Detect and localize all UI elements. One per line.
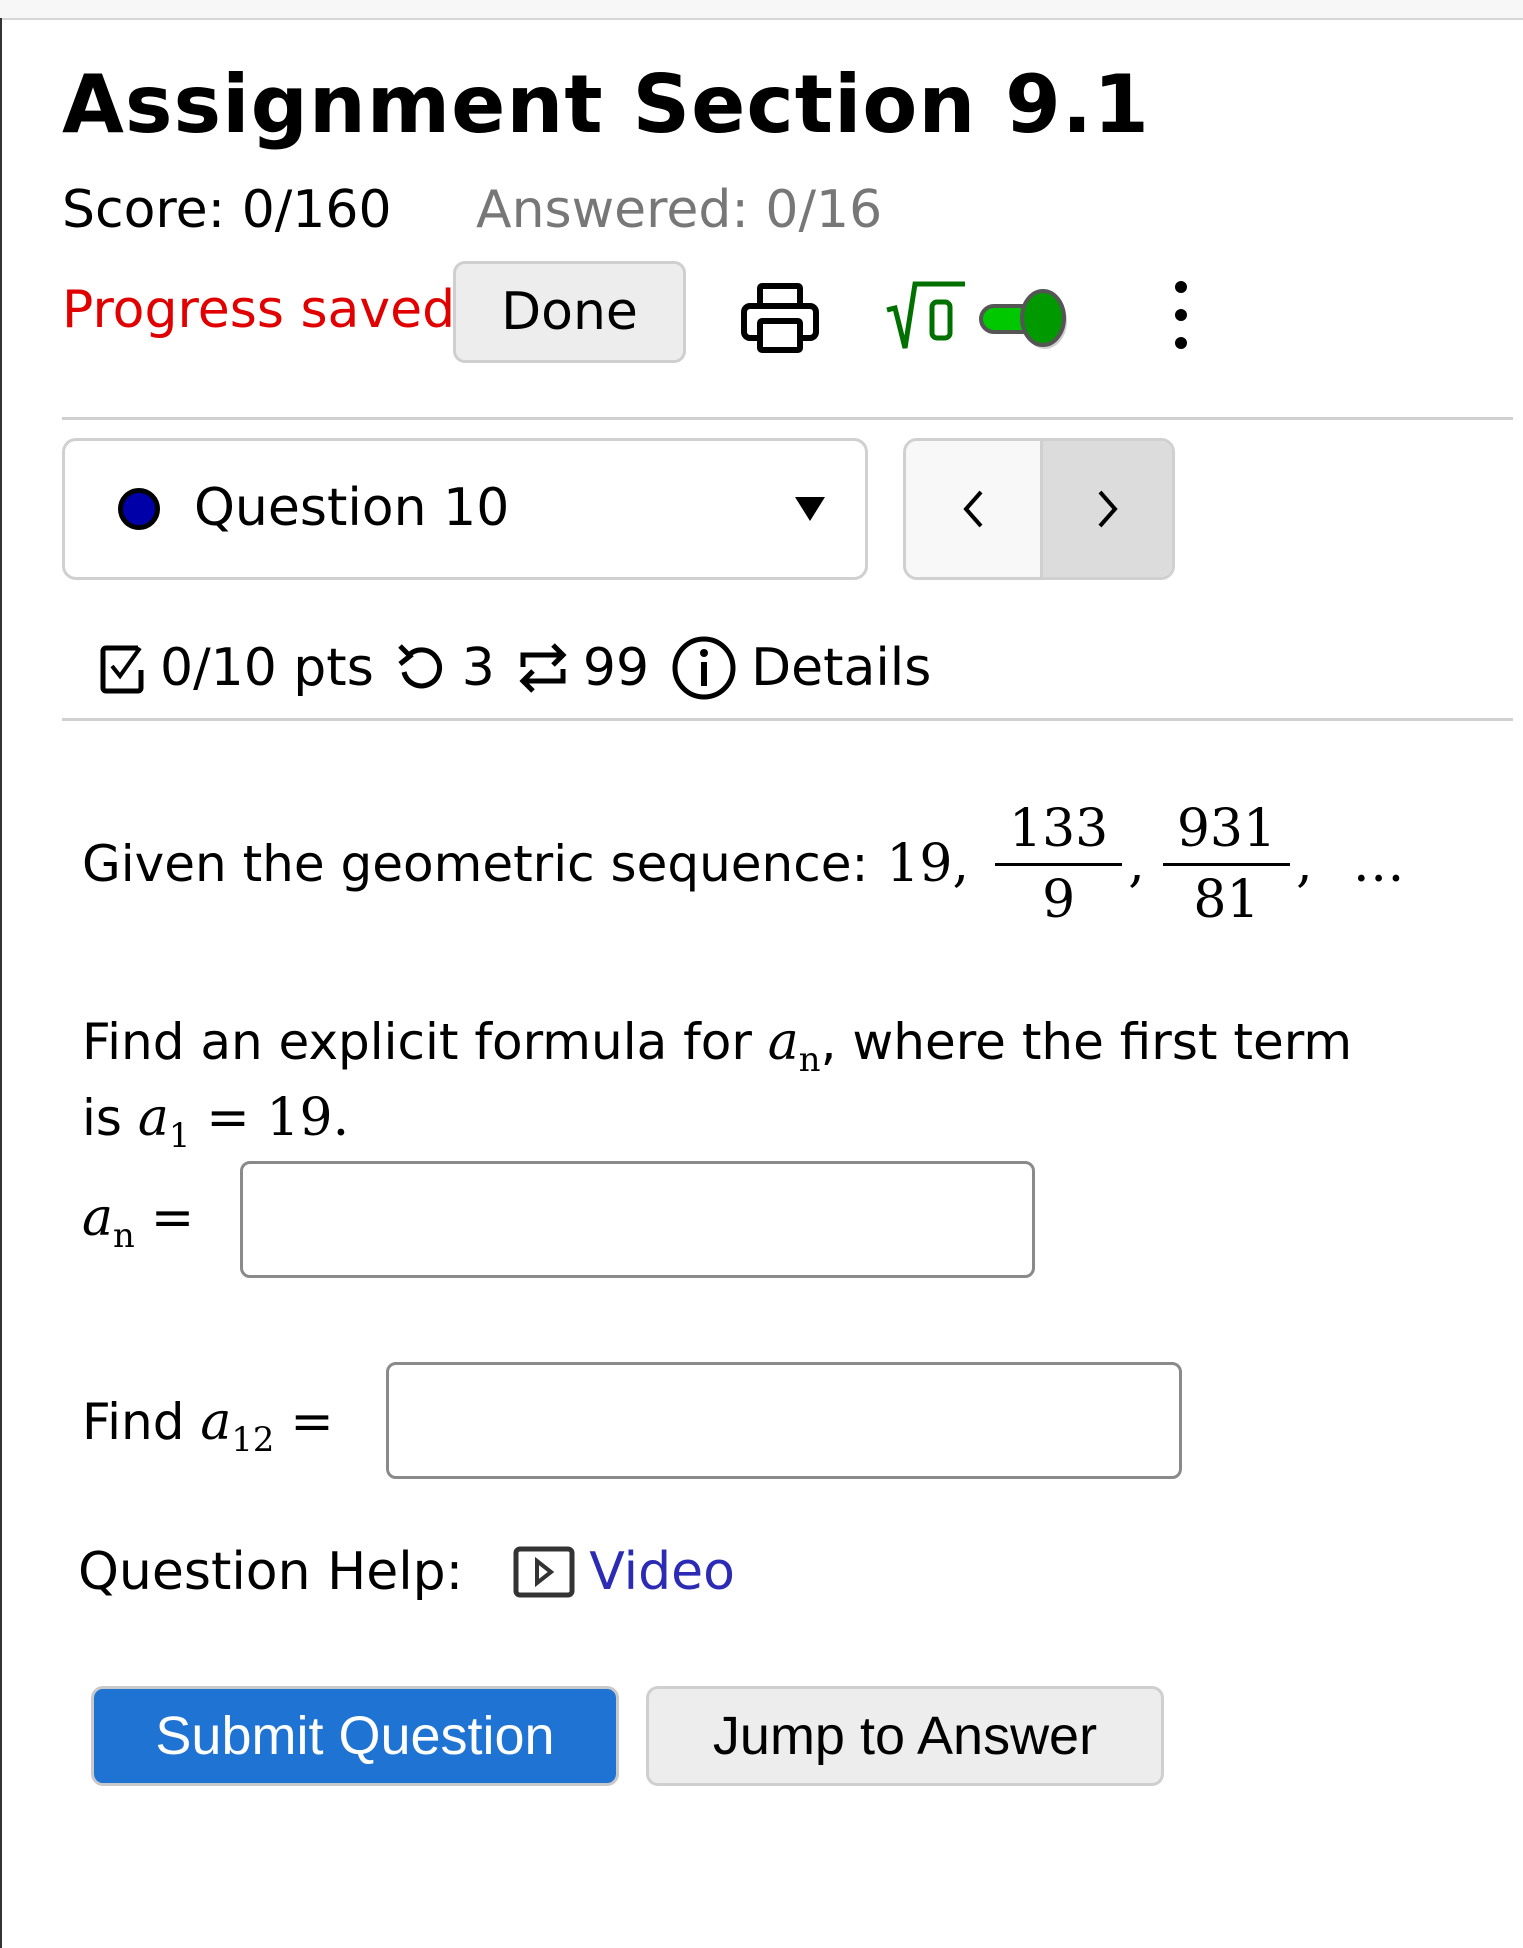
question-nav xyxy=(903,438,1175,580)
page-title: Assignment Section 9.1 xyxy=(62,58,1150,151)
prev-question-button[interactable] xyxy=(906,441,1043,577)
answered-count: Answered: 0/16 xyxy=(476,180,883,240)
sequence-term-1: 19, xyxy=(886,834,970,894)
prompt-text: is xyxy=(82,1089,122,1147)
browser-top-bar xyxy=(0,0,1523,20)
var-subscript: n xyxy=(798,1039,821,1079)
done-button[interactable]: Done xyxy=(453,261,686,363)
ellipsis: … xyxy=(1352,834,1405,894)
answer1-label: an = xyxy=(82,1188,194,1255)
var-subscript: 1 xyxy=(168,1115,191,1155)
left-edge-border xyxy=(0,18,2,1948)
more-options-icon[interactable] xyxy=(1166,275,1196,355)
sequence-term-3: 931 81 xyxy=(1162,798,1291,930)
prompt-text: , where the first term xyxy=(820,1013,1353,1071)
prompt-text: Find xyxy=(82,1393,185,1451)
math-var: an xyxy=(82,1188,135,1255)
sequence-intro: Given the geometric sequence: xyxy=(82,835,869,893)
math-var: a12 xyxy=(200,1392,274,1459)
versions-count: 99 xyxy=(582,638,650,698)
question-select-label: Question 10 xyxy=(194,478,510,538)
explicit-formula-input[interactable] xyxy=(240,1161,1035,1278)
var-a: a xyxy=(200,1392,232,1452)
math-entry-toggle[interactable] xyxy=(977,283,1087,355)
jump-to-answer-button[interactable]: Jump to Answer xyxy=(646,1686,1164,1786)
dropdown-caret-icon xyxy=(795,497,825,521)
checkbox-score-icon xyxy=(100,645,144,694)
var-a: a xyxy=(137,1088,169,1148)
question-help-label: Question Help: xyxy=(78,1542,464,1602)
chevron-right-icon xyxy=(1098,490,1118,528)
equals-sign: = xyxy=(290,1392,334,1452)
math-entry-sqrt-icon[interactable] xyxy=(885,280,967,352)
printer-icon[interactable] xyxy=(740,283,820,353)
var-subscript: n xyxy=(113,1215,135,1255)
fraction-denominator: 9 xyxy=(1042,869,1076,930)
comma: , xyxy=(1296,834,1313,894)
equals-sign: = xyxy=(150,1188,195,1248)
answer2-label: Find a12 = xyxy=(82,1392,334,1459)
points-text: 0/10 pts xyxy=(160,638,374,698)
prompt-line-1: Find an explicit formula for an, where t… xyxy=(82,1012,1352,1079)
question-meta: 0/10 pts 3 99 Details xyxy=(100,632,931,704)
prompt-text: Find an explicit formula for xyxy=(82,1013,752,1071)
retries-count: 3 xyxy=(461,638,495,698)
submit-question-button[interactable]: Submit Question xyxy=(91,1686,619,1786)
var-a: a xyxy=(82,1188,114,1248)
var-subscript: 12 xyxy=(231,1419,275,1459)
a12-input[interactable] xyxy=(386,1362,1182,1479)
info-icon[interactable] xyxy=(671,635,737,701)
progress-status: Progress saved xyxy=(62,280,456,340)
fraction-denominator: 81 xyxy=(1193,869,1260,930)
video-play-icon[interactable] xyxy=(513,1546,575,1598)
var-a: a xyxy=(767,1012,799,1072)
chevron-left-icon xyxy=(963,490,983,528)
prompt-line-2: is a1 = 19. xyxy=(82,1088,349,1155)
versions-icon xyxy=(519,643,567,693)
score-text: Score: 0/160 xyxy=(62,180,392,240)
retry-icon xyxy=(398,644,442,689)
next-question-button[interactable] xyxy=(1043,441,1172,577)
question-help: Question Help: Video xyxy=(78,1542,735,1602)
sequence-statement: Given the geometric sequence: 19, 133 9 … xyxy=(82,784,1405,944)
question-status-dot xyxy=(118,488,160,530)
sequence-term-2: 133 9 xyxy=(995,798,1123,930)
video-link[interactable]: Video xyxy=(589,1542,735,1602)
divider xyxy=(62,718,1513,721)
fraction-numerator: 931 xyxy=(1176,798,1277,859)
details-link[interactable]: Details xyxy=(751,638,931,698)
comma: , xyxy=(1128,834,1145,894)
fraction-numerator: 133 xyxy=(1009,798,1109,859)
math-var: a1 xyxy=(137,1088,191,1155)
math-var: an xyxy=(767,1012,821,1079)
divider xyxy=(62,417,1513,420)
math-equation: = 19. xyxy=(206,1088,350,1148)
